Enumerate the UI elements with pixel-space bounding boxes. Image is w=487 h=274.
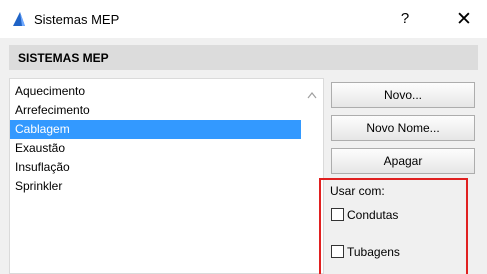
delete-button[interactable]: Apagar	[331, 148, 475, 174]
scroll-up-arrow-icon[interactable]	[307, 88, 317, 99]
list-item[interactable]: Arrefecimento	[10, 101, 300, 120]
title-bar: Sistemas MEP ? ✕	[0, 0, 487, 38]
mep-systems-list[interactable]: Aquecimento Arrefecimento Cablagem Exaus…	[9, 78, 324, 274]
window-title: Sistemas MEP	[34, 12, 120, 27]
checkbox-box[interactable]	[331, 208, 344, 221]
app-icon	[11, 11, 27, 27]
checkbox-label[interactable]: Condutas	[347, 208, 398, 222]
checkbox-label[interactable]: Tubagens	[347, 245, 400, 259]
checkbox-box[interactable]	[331, 245, 344, 258]
new-button[interactable]: Novo...	[331, 82, 475, 108]
list-item[interactable]: Sprinkler	[10, 177, 300, 196]
close-button[interactable]: ✕	[452, 8, 476, 31]
section-header: SISTEMAS MEP	[9, 45, 478, 70]
list-item-selected[interactable]: Cablagem	[10, 120, 301, 139]
section-title: SISTEMAS MEP	[18, 51, 109, 65]
list-item[interactable]: Exaustão	[10, 139, 300, 158]
rename-button[interactable]: Novo Nome...	[331, 115, 475, 141]
help-button[interactable]: ?	[395, 10, 415, 27]
list-item[interactable]: Insuflação	[10, 158, 300, 177]
use-with-label: Usar com:	[330, 184, 385, 198]
list-item[interactable]: Aquecimento	[10, 82, 300, 101]
